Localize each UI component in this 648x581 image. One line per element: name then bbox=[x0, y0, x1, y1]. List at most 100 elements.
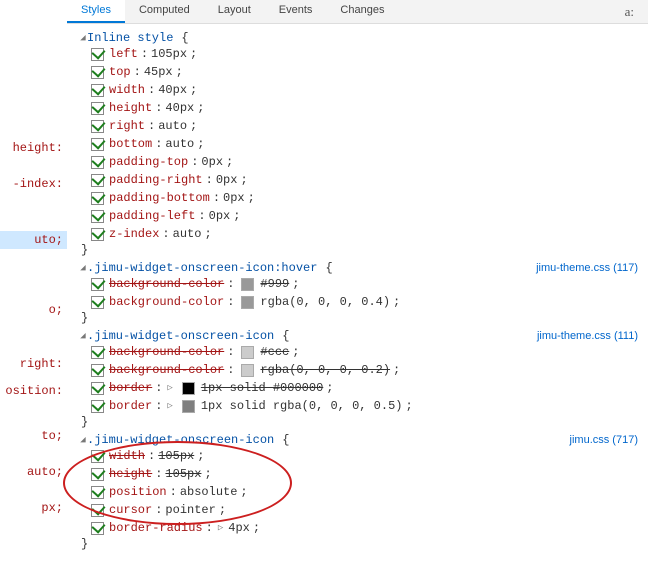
declaration-toggle[interactable] bbox=[91, 66, 104, 79]
expand-shorthand-icon[interactable]: ▷ bbox=[167, 379, 172, 397]
expand-shorthand-icon[interactable]: ▷ bbox=[218, 519, 223, 537]
css-declaration[interactable]: z-index:auto; bbox=[91, 225, 638, 243]
expand-shorthand-icon[interactable]: ▷ bbox=[167, 397, 172, 415]
css-declaration[interactable]: border:▷1px solid #000000; bbox=[91, 379, 638, 397]
declaration-toggle[interactable] bbox=[91, 504, 104, 517]
property-name[interactable]: padding-top bbox=[109, 153, 188, 171]
declaration-toggle[interactable] bbox=[91, 450, 104, 463]
property-value[interactable]: #999 bbox=[260, 275, 289, 293]
collapse-icon[interactable]: ◢ bbox=[79, 33, 87, 43]
property-name[interactable]: z-index bbox=[109, 225, 159, 243]
css-declaration[interactable]: left:105px; bbox=[91, 45, 638, 63]
css-declaration[interactable]: padding-bottom:0px; bbox=[91, 189, 638, 207]
css-declaration[interactable]: padding-left:0px; bbox=[91, 207, 638, 225]
declaration-toggle[interactable] bbox=[91, 156, 104, 169]
declaration-toggle[interactable] bbox=[91, 84, 104, 97]
property-value[interactable]: 105px bbox=[151, 45, 187, 63]
css-declaration[interactable]: right:auto; bbox=[91, 117, 638, 135]
color-swatch[interactable] bbox=[182, 382, 195, 395]
property-value[interactable]: auto bbox=[158, 117, 187, 135]
rule-selector[interactable]: .jimu-widget-onscreen-icon bbox=[87, 329, 274, 343]
property-name[interactable]: border-radius bbox=[109, 519, 203, 537]
declaration-toggle[interactable] bbox=[91, 210, 104, 223]
property-name[interactable]: top bbox=[109, 63, 131, 81]
rule-header[interactable]: ◢.jimu-widget-onscreen-icon{jimu-theme.c… bbox=[79, 329, 638, 343]
property-value[interactable]: absolute bbox=[180, 483, 238, 501]
property-name[interactable]: background-color bbox=[109, 293, 224, 311]
rule-header[interactable]: ◢.jimu-widget-onscreen-icon{jimu.css (71… bbox=[79, 433, 638, 447]
tab-styles[interactable]: Styles bbox=[67, 0, 125, 23]
rule-selector[interactable]: Inline style bbox=[87, 31, 173, 45]
property-name[interactable]: padding-bottom bbox=[109, 189, 210, 207]
property-value[interactable]: rgba(0, 0, 0, 0.2) bbox=[260, 361, 390, 379]
property-value[interactable]: 0px bbox=[216, 171, 238, 189]
property-name[interactable]: height bbox=[109, 465, 152, 483]
pseudo-toggle[interactable]: a: bbox=[619, 0, 640, 24]
rule-source-link[interactable]: jimu.css (717) bbox=[570, 434, 638, 446]
property-value[interactable]: 105px bbox=[165, 465, 201, 483]
css-declaration[interactable]: width:105px; bbox=[91, 447, 638, 465]
tab-changes[interactable]: Changes bbox=[326, 0, 398, 23]
css-declaration[interactable]: width:40px; bbox=[91, 81, 638, 99]
css-declaration[interactable]: background-color:#ccc; bbox=[91, 343, 638, 361]
declaration-toggle[interactable] bbox=[91, 278, 104, 291]
property-name[interactable]: padding-right bbox=[109, 171, 203, 189]
css-declaration[interactable]: background-color:#999; bbox=[91, 275, 638, 293]
css-declaration[interactable]: bottom:auto; bbox=[91, 135, 638, 153]
declaration-toggle[interactable] bbox=[91, 120, 104, 133]
property-value[interactable]: 40px bbox=[165, 99, 194, 117]
property-name[interactable]: bottom bbox=[109, 135, 152, 153]
css-declaration[interactable]: border-radius:▷4px; bbox=[91, 519, 638, 537]
property-name[interactable]: height bbox=[109, 99, 152, 117]
property-name[interactable]: background-color bbox=[109, 343, 224, 361]
css-declaration[interactable]: cursor:pointer; bbox=[91, 501, 638, 519]
rule-header[interactable]: ◢.jimu-widget-onscreen-icon:hover{jimu-t… bbox=[79, 261, 638, 275]
property-value[interactable]: 0px bbox=[223, 189, 245, 207]
property-name[interactable]: width bbox=[109, 447, 145, 465]
rule-source-link[interactable]: jimu-theme.css (111) bbox=[537, 330, 638, 342]
declaration-toggle[interactable] bbox=[91, 522, 104, 535]
property-name[interactable]: position bbox=[109, 483, 167, 501]
declaration-toggle[interactable] bbox=[91, 192, 104, 205]
property-value[interactable]: auto bbox=[165, 135, 194, 153]
declaration-toggle[interactable] bbox=[91, 102, 104, 115]
property-value[interactable]: 45px bbox=[144, 63, 173, 81]
property-name[interactable]: left bbox=[109, 45, 138, 63]
rule-source-link[interactable]: jimu-theme.css (117) bbox=[536, 262, 638, 274]
property-value[interactable]: 105px bbox=[158, 447, 194, 465]
css-declaration[interactable]: position:absolute; bbox=[91, 483, 638, 501]
collapse-icon[interactable]: ◢ bbox=[79, 435, 87, 445]
property-value[interactable]: 0px bbox=[209, 207, 231, 225]
css-declaration[interactable]: padding-right:0px; bbox=[91, 171, 638, 189]
property-value[interactable]: #ccc bbox=[260, 343, 289, 361]
declaration-toggle[interactable] bbox=[91, 48, 104, 61]
css-declaration[interactable]: height:105px; bbox=[91, 465, 638, 483]
css-declaration[interactable]: border:▷1px solid rgba(0, 0, 0, 0.5); bbox=[91, 397, 638, 415]
declaration-toggle[interactable] bbox=[91, 400, 104, 413]
declaration-toggle[interactable] bbox=[91, 486, 104, 499]
property-name[interactable]: padding-left bbox=[109, 207, 195, 225]
property-name[interactable]: cursor bbox=[109, 501, 152, 519]
declaration-toggle[interactable] bbox=[91, 382, 104, 395]
declaration-toggle[interactable] bbox=[91, 468, 104, 481]
declaration-toggle[interactable] bbox=[91, 346, 104, 359]
property-value[interactable]: 1px solid rgba(0, 0, 0, 0.5) bbox=[201, 397, 403, 415]
property-value[interactable]: 40px bbox=[158, 81, 187, 99]
property-name[interactable]: background-color bbox=[109, 275, 224, 293]
declaration-toggle[interactable] bbox=[91, 364, 104, 377]
css-declaration[interactable]: padding-top:0px; bbox=[91, 153, 638, 171]
property-name[interactable]: border bbox=[109, 397, 152, 415]
declaration-toggle[interactable] bbox=[91, 138, 104, 151]
property-value[interactable]: 4px bbox=[228, 519, 250, 537]
rule-header[interactable]: ◢Inline style{ bbox=[79, 31, 638, 45]
css-declaration[interactable]: background-color:rgba(0, 0, 0, 0.4); bbox=[91, 293, 638, 311]
color-swatch[interactable] bbox=[241, 296, 254, 309]
css-declaration[interactable]: top:45px; bbox=[91, 63, 638, 81]
property-value[interactable]: auto bbox=[173, 225, 202, 243]
color-swatch[interactable] bbox=[241, 364, 254, 377]
declaration-toggle[interactable] bbox=[91, 228, 104, 241]
property-name[interactable]: width bbox=[109, 81, 145, 99]
property-value[interactable]: pointer bbox=[165, 501, 215, 519]
property-value[interactable]: 1px solid #000000 bbox=[201, 379, 323, 397]
css-declaration[interactable]: height:40px; bbox=[91, 99, 638, 117]
